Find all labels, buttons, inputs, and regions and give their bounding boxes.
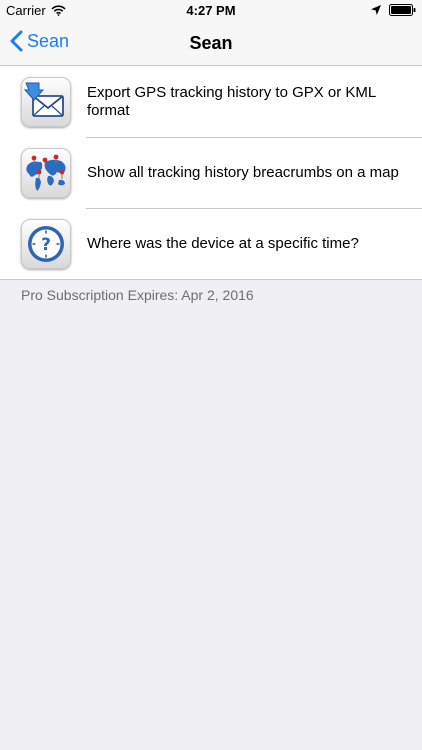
export-history-row[interactable]: Export GPS tracking history to GPX or KM… — [0, 66, 422, 137]
action-list: Export GPS tracking history to GPX or KM… — [0, 66, 422, 280]
time-lookup-row[interactable]: ? Where was the device at a specific tim… — [0, 208, 422, 279]
export-history-label: Export GPS tracking history to GPX or KM… — [87, 83, 376, 119]
page-title: Sean — [189, 33, 233, 53]
subscription-expiry-text: Pro Subscription Expires: Apr 2, 2016 — [21, 287, 254, 303]
status-right — [371, 4, 416, 16]
show-breadcrumbs-row[interactable]: Show all tracking history breacrumbs on … — [0, 137, 422, 208]
location-arrow-icon — [371, 5, 381, 15]
battery-icon — [389, 4, 416, 16]
clock-question-icon: ? — [21, 219, 71, 269]
envelope-export-icon — [21, 77, 71, 127]
show-breadcrumbs-label: Show all tracking history breacrumbs on … — [87, 163, 399, 181]
time-lookup-label: Where was the device at a specific time? — [87, 234, 359, 252]
svg-text:?: ? — [41, 235, 51, 255]
world-map-icon — [21, 148, 71, 198]
status-bar: Carrier 4:27 PM — [0, 0, 422, 22]
navigation-bar: Sean Sean — [0, 22, 422, 66]
status-time: 4:27 PM — [186, 3, 236, 18]
